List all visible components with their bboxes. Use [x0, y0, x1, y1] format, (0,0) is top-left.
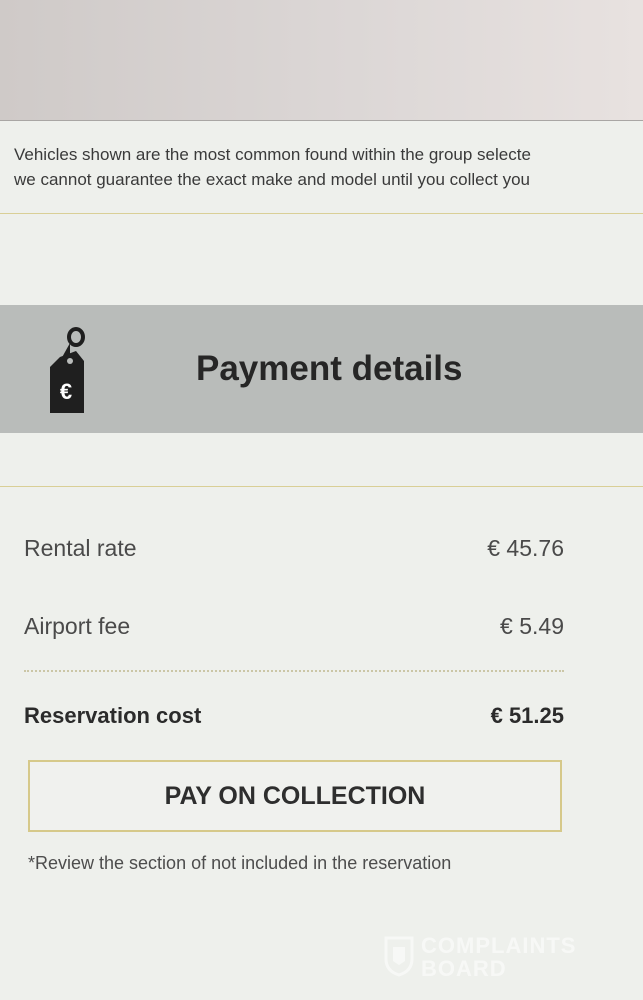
reservation-footnote: *Review the section of not included in t…: [28, 853, 452, 873]
vehicle-notice-line-1: Vehicles shown are the most common found…: [14, 145, 531, 164]
euro-price-tag-icon: €: [50, 327, 85, 413]
divider: [0, 486, 643, 487]
airport-fee-row: Airport fee € 5.49: [24, 609, 564, 643]
divider: [0, 213, 643, 214]
top-banner-area: [0, 0, 643, 121]
svg-text:€: €: [60, 379, 72, 404]
vehicle-notice-line-2: we cannot guarantee the exact make and m…: [14, 170, 530, 189]
reservation-cost-value: € 51.25: [490, 703, 564, 728]
rental-rate-row: Rental rate € 45.76: [24, 531, 564, 565]
payment-details-header: € Payment details: [0, 305, 643, 433]
reservation-cost-label: Reservation cost: [24, 703, 202, 728]
pay-on-collection-button[interactable]: PAY ON COLLECTION: [28, 760, 562, 832]
airport-fee-value: € 5.49: [500, 612, 564, 639]
shield-logo-icon: [384, 936, 414, 977]
total-divider: [24, 670, 564, 672]
watermark: COMPLAINTS BOARD: [383, 933, 598, 981]
airport-fee-label: Airport fee: [24, 612, 131, 639]
payment-details-title: Payment details: [196, 349, 463, 388]
vehicle-notice: Vehicles shown are the most common found…: [14, 142, 643, 192]
rental-rate-label: Rental rate: [24, 534, 137, 561]
rental-rate-value: € 45.76: [487, 534, 564, 561]
reservation-cost-row: Reservation cost € 51.25: [24, 699, 564, 733]
watermark-text-line-2: BOARD: [421, 956, 507, 981]
